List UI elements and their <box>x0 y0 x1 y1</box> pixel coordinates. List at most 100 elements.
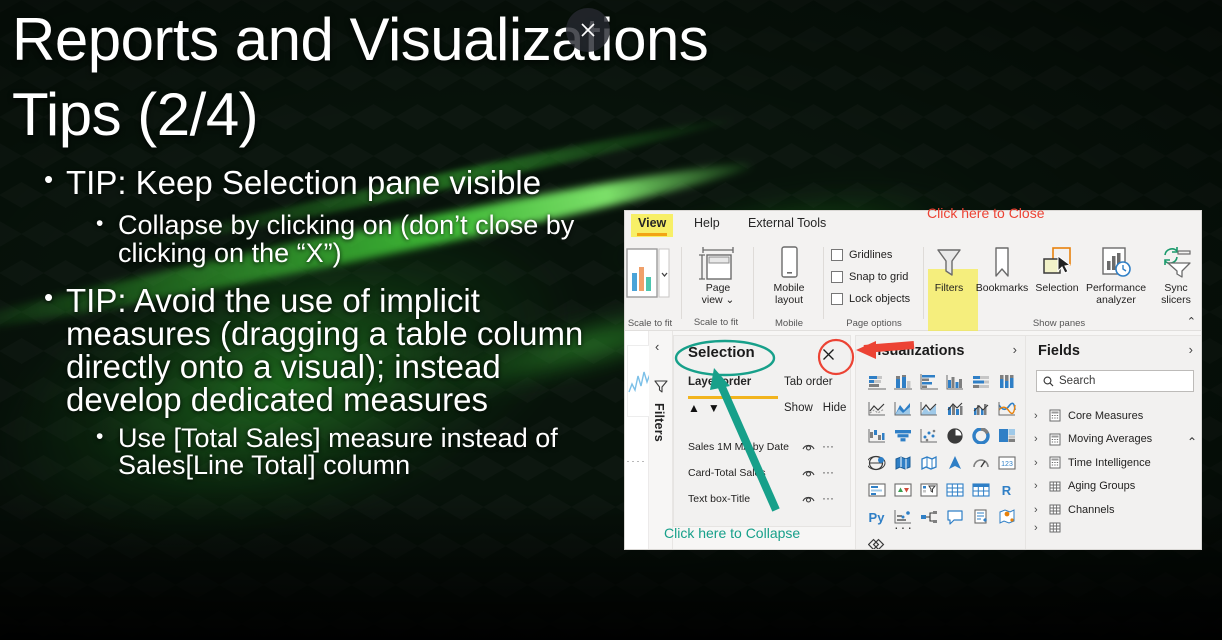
ribbon-group-page-options: Gridlines Snap to grid Lock objects Page… <box>825 239 923 331</box>
q-and-a-icon[interactable] <box>942 505 967 529</box>
clustered-bar-chart-icon[interactable] <box>916 370 941 394</box>
clustered-column-chart-icon[interactable] <box>942 370 967 394</box>
treemap-icon[interactable] <box>994 424 1019 448</box>
shape-map-icon[interactable] <box>916 451 941 475</box>
filters-pane-collapsed[interactable]: ‹ Filters <box>649 331 673 549</box>
sync-slicers-icon <box>1151 243 1201 283</box>
move-down-button[interactable]: ▼ <box>708 401 728 415</box>
close-button[interactable] <box>566 8 610 52</box>
list-item[interactable]: › Time Intelligence <box>1034 451 1200 475</box>
tab-help[interactable]: Help <box>687 214 727 237</box>
scatter-chart-icon[interactable] <box>916 424 941 448</box>
list-item[interactable]: › Channels <box>1034 498 1200 522</box>
scroll-up-chevron[interactable]: ⌃ <box>1187 435 1197 449</box>
selection-button[interactable]: Selection <box>1031 243 1083 295</box>
key-influencers-icon[interactable] <box>916 505 941 529</box>
donut-chart-icon[interactable] <box>968 424 993 448</box>
gridlines-label: Gridlines <box>849 249 893 261</box>
fit-to-page-button[interactable] <box>625 247 671 306</box>
fields-expand-chevron[interactable]: › <box>1189 342 1193 357</box>
tab-view[interactable]: View <box>631 214 674 237</box>
mobile-layout-button[interactable]: Mobile layout <box>760 243 818 307</box>
line-clustered-column-chart-icon[interactable] <box>968 397 993 421</box>
eye-icon[interactable] <box>802 494 815 507</box>
visualizations-more-button[interactable]: ··· <box>894 519 914 535</box>
page-view-button[interactable]: Page view ⌄ <box>689 243 747 307</box>
arcgis-map-icon[interactable] <box>994 505 1019 529</box>
area-chart-icon[interactable] <box>890 397 915 421</box>
chevron-right-icon[interactable]: › <box>1034 522 1043 534</box>
waterfall-chart-icon[interactable] <box>864 424 889 448</box>
ribbon-collapse-chevron[interactable]: ⌃ <box>1187 315 1196 328</box>
measure-table-icon <box>1049 456 1062 469</box>
powerbi-screenshot-image: View Help External Tools Scale to fit Pa… <box>624 210 1202 550</box>
performance-analyzer-button[interactable]: Performance analyzer <box>1080 243 1152 307</box>
chevron-right-icon[interactable]: › <box>1034 480 1043 492</box>
paginated-report-icon[interactable] <box>864 532 889 549</box>
eye-icon[interactable] <box>802 442 815 455</box>
selection-item-menu[interactable]: ··· <box>822 491 834 505</box>
filters-button[interactable]: Filters <box>923 243 975 295</box>
list-item[interactable]: › Aging Groups <box>1034 475 1200 499</box>
azure-map-icon[interactable] <box>942 451 967 475</box>
funnel-chart-icon[interactable] <box>890 424 915 448</box>
stacked-bar-chart-icon[interactable] <box>864 370 889 394</box>
line-stacked-column-chart-icon[interactable] <box>942 397 967 421</box>
bullet-item: • TIP: Keep Selection pane visible <box>36 164 621 199</box>
line-chart-icon[interactable] <box>864 397 889 421</box>
show-all-button[interactable]: Show <box>784 402 813 414</box>
move-up-button[interactable]: ▲ <box>688 401 708 415</box>
ribbon-group-mobile: Mobile layout Mobile <box>755 239 823 331</box>
bullet-item: • TIP: Avoid the use of implicit measure… <box>36 282 621 416</box>
pie-chart-icon[interactable] <box>942 424 967 448</box>
chevron-right-icon[interactable]: › <box>1034 504 1043 516</box>
lock-objects-checkbox[interactable]: Lock objects <box>831 293 910 305</box>
list-item[interactable]: Text box-Title ··· <box>674 488 850 512</box>
eye-icon[interactable] <box>802 468 815 481</box>
table-icon[interactable] <box>942 478 967 502</box>
card-icon[interactable]: 123 <box>994 451 1019 475</box>
matrix-icon[interactable] <box>968 478 993 502</box>
smart-narrative-icon[interactable] <box>968 505 993 529</box>
tab-order-tab[interactable]: Tab order <box>784 376 833 388</box>
kpi-icon[interactable] <box>890 478 915 502</box>
list-item[interactable]: › Moving Averages <box>1034 428 1200 452</box>
sync-slicers-button[interactable]: Sync slicers <box>1151 243 1201 307</box>
list-item[interactable]: Card-Total Sales ··· <box>674 462 850 486</box>
gauge-icon[interactable] <box>968 451 993 475</box>
selection-item-menu[interactable]: ··· <box>822 439 834 453</box>
bookmarks-button[interactable]: Bookmarks <box>973 243 1031 295</box>
filled-map-icon[interactable] <box>890 451 915 475</box>
100-stacked-bar-chart-icon[interactable] <box>968 370 993 394</box>
slicer-icon[interactable] <box>916 478 941 502</box>
layer-reorder-controls[interactable]: ▲▼ <box>688 401 728 415</box>
chevron-right-icon[interactable]: › <box>1034 410 1043 422</box>
chevron-right-icon[interactable]: › <box>1034 433 1043 445</box>
checkbox-icon <box>831 249 843 261</box>
stacked-area-chart-icon[interactable] <box>916 397 941 421</box>
list-item[interactable]: › <box>1034 522 1200 534</box>
list-item[interactable]: › Core Measures <box>1034 404 1200 428</box>
hide-all-button[interactable]: Hide <box>823 402 847 414</box>
100-stacked-column-chart-icon[interactable] <box>994 370 1019 394</box>
multi-row-card-icon[interactable] <box>864 478 889 502</box>
python-visual-icon[interactable]: Py <box>864 505 889 529</box>
ribbon-chart-icon[interactable] <box>994 397 1019 421</box>
slide-body: • TIP: Keep Selection pane visible • Col… <box>36 164 621 481</box>
r-script-visual-icon[interactable]: R <box>994 478 1019 502</box>
snap-to-grid-label: Snap to grid <box>849 271 909 283</box>
tab-external-tools[interactable]: External Tools <box>741 214 833 237</box>
map-icon[interactable] <box>864 451 889 475</box>
list-item[interactable]: Sales 1M MA by Date ··· <box>674 436 850 460</box>
selection-item-menu[interactable]: ··· <box>822 465 834 479</box>
stacked-column-chart-icon[interactable] <box>890 370 915 394</box>
snap-to-grid-checkbox[interactable]: Snap to grid <box>831 271 908 283</box>
gridlines-checkbox[interactable]: Gridlines <box>831 249 892 261</box>
chevron-right-icon[interactable]: › <box>1034 457 1043 469</box>
search-input[interactable]: Search <box>1036 370 1194 392</box>
ribbon-group-label-mobile: Mobile <box>775 318 803 329</box>
filters-collapse-chevron[interactable]: ‹ <box>655 339 659 354</box>
layer-order-tab[interactable]: Layer order <box>688 376 751 388</box>
selection-pane-close-button[interactable] <box>818 344 838 364</box>
visualizations-expand-chevron[interactable]: › <box>1013 342 1017 357</box>
